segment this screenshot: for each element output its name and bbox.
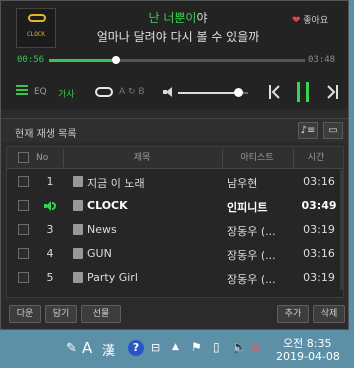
pause-icon[interactable] <box>297 82 311 102</box>
seek-progress <box>49 59 116 62</box>
track-title: News <box>87 223 117 236</box>
track-title: GUN <box>87 247 112 260</box>
sort-icon[interactable]: ♪≡ <box>298 122 318 139</box>
like-label: 좋아요 <box>303 16 329 26</box>
row-checkbox[interactable] <box>18 176 29 187</box>
table-row[interactable]: 1 지금 이 노래 남우현 03:16 <box>7 170 343 193</box>
volume-handle[interactable] <box>233 88 243 97</box>
row-checkbox[interactable] <box>18 272 29 283</box>
table-row[interactable]: 5 Party Girl 장동우 (... 03:19 <box>7 266 343 289</box>
col-no[interactable]: No <box>36 147 48 169</box>
track-title: 지금 이 노래 <box>87 177 145 190</box>
album-art[interactable]: CLOCK <box>16 8 56 48</box>
track-duration: 03:16 <box>303 247 335 260</box>
row-number: 4 <box>46 247 54 260</box>
col-artist[interactable]: 아티스트 <box>222 147 292 169</box>
current-time: 00:56 <box>17 55 45 65</box>
table-header: No 제목 아티스트 시간 <box>7 147 343 169</box>
volume-icon[interactable]: 🔈 <box>232 340 247 354</box>
heart-icon: ❤ <box>292 15 301 26</box>
track-artist: 장동우 (... <box>227 273 276 286</box>
action-center-flag-icon[interactable]: ⚑ <box>191 340 202 354</box>
music-file-icon <box>73 176 83 187</box>
table-row[interactable]: 4 GUN 장동우 (... 03:16 <box>7 242 343 265</box>
delete-button[interactable]: 삭제 <box>313 305 345 323</box>
clock-date[interactable]: 2019-04-08 <box>276 350 340 363</box>
view-mode-icon[interactable]: ▭ <box>323 122 343 139</box>
save-button[interactable]: 담기 <box>45 305 77 323</box>
now-playing-speaker-icon <box>44 201 56 211</box>
next-track-icon[interactable] <box>326 85 338 99</box>
clock-time[interactable]: 오전 8:35 <box>283 335 331 351</box>
music-file-icon <box>73 200 83 211</box>
lyric-highlight: 난 너뿐이 <box>148 11 197 25</box>
album-logo-text: CLOCK <box>26 31 46 38</box>
lyric-next-line: 얼마나 달려야 다시 볼 수 있을까 <box>96 30 260 44</box>
track-artist: 남우현 <box>227 177 258 190</box>
playlist-scrollbar[interactable] <box>340 170 343 290</box>
playlist-header: 현재 재생 목록 ♪≡ ▭ <box>1 118 348 142</box>
lyric-rest: 야 <box>196 11 208 25</box>
music-file-icon <box>73 224 83 235</box>
volume-mute-icon[interactable] <box>163 87 173 97</box>
network-icon[interactable]: ▯ <box>213 340 220 354</box>
music-file-icon <box>73 248 83 259</box>
notification-blocked-icon[interactable]: ⊘ <box>250 340 260 354</box>
lyrics-button[interactable]: 가사 <box>58 87 75 100</box>
show-hidden-icons-icon[interactable]: ▲ <box>172 342 179 352</box>
repeat-icon[interactable] <box>95 87 113 97</box>
ime-options-icon[interactable]: ⊟ <box>151 341 160 354</box>
select-all-checkbox[interactable] <box>18 152 29 163</box>
table-row[interactable]: 3 News 장동우 (... 03:19 <box>7 218 343 241</box>
total-time: 03:48 <box>308 55 336 65</box>
music-player-window: CLOCK 난 너뿐이야 얼마나 달려야 다시 볼 수 있을까 ❤ 좋아요 00… <box>0 0 349 330</box>
help-icon[interactable]: ? <box>128 340 144 356</box>
seek-bar[interactable] <box>49 56 305 64</box>
language-icon[interactable]: ✎ <box>66 341 77 356</box>
row-checkbox[interactable] <box>18 200 29 211</box>
playlist-table: No 제목 아티스트 시간 1 지금 이 노래 남우현 03:16 CLOCK 인피니트 0… <box>6 146 344 298</box>
row-checkbox[interactable] <box>18 248 29 259</box>
row-checkbox[interactable] <box>18 224 29 235</box>
track-title: Party Girl <box>87 271 138 284</box>
track-duration: 03:49 <box>301 199 337 212</box>
now-playing-panel: CLOCK 난 너뿐이야 얼마나 달려야 다시 볼 수 있을까 ❤ 좋아요 00… <box>1 1 348 109</box>
gift-button[interactable]: 선물 <box>81 305 121 323</box>
eq-button[interactable]: EQ <box>34 87 47 97</box>
track-duration: 03:16 <box>303 175 335 188</box>
row-number: 1 <box>46 175 54 188</box>
ab-repeat-button[interactable]: A ↻ B <box>119 87 145 97</box>
seek-handle[interactable] <box>111 56 120 64</box>
previous-track-icon[interactable] <box>269 85 281 99</box>
volume-slider[interactable] <box>178 88 248 97</box>
track-artist: 장동우 (... <box>227 249 276 262</box>
track-duration: 03:19 <box>303 223 335 236</box>
ime-hanja-toggle[interactable]: 漢 <box>102 340 115 359</box>
lyric-current-line: 난 너뿐이야 <box>61 9 295 26</box>
track-duration: 03:19 <box>303 271 335 284</box>
download-button[interactable]: 다운 <box>9 305 41 323</box>
col-title[interactable]: 제목 <box>63 147 221 169</box>
track-artist: 인피니트 <box>227 201 268 214</box>
row-number: 3 <box>46 223 54 236</box>
row-number: 5 <box>46 271 54 284</box>
volume-level <box>178 92 238 94</box>
ime-english-toggle[interactable]: A <box>82 339 92 357</box>
playlist-toggle-icon[interactable] <box>16 85 28 95</box>
track-artist: 장동우 (... <box>227 225 276 238</box>
infinity-logo-icon <box>28 14 46 22</box>
track-title: CLOCK <box>87 199 128 212</box>
like-button[interactable]: ❤ 좋아요 <box>292 13 328 26</box>
col-time[interactable]: 시간 <box>293 147 339 169</box>
taskbar: ✎ A 漢 ? ⊟ ▲ ⚑ ▯ 🔈 ⊘ 오전 8:35 2019-04-08 <box>0 332 354 368</box>
music-file-icon <box>73 272 83 283</box>
table-row[interactable]: CLOCK 인피니트 03:49 <box>7 194 343 217</box>
add-button[interactable]: 추가 <box>277 305 309 323</box>
playlist-title: 현재 재생 목록 <box>15 129 77 140</box>
